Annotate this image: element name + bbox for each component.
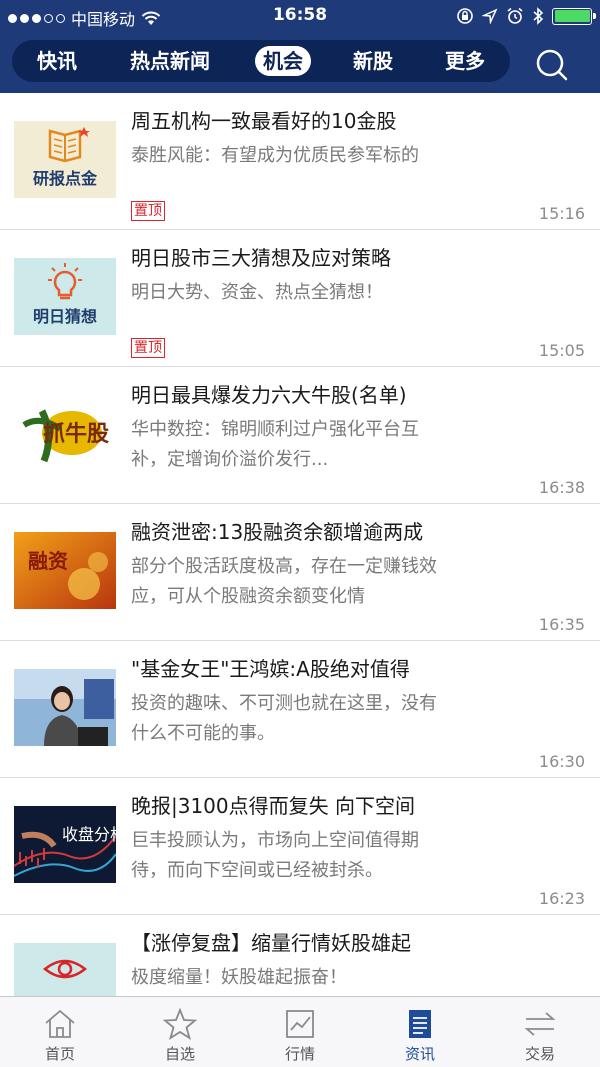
eye-icon — [14, 943, 116, 996]
tab-home[interactable]: 首页 — [0, 997, 120, 1067]
status-right — [456, 7, 596, 25]
lightbulb-icon: 明日猜想 — [14, 258, 116, 335]
home-icon — [45, 1009, 75, 1038]
book-icon: 研报点金 — [14, 121, 116, 198]
search-icon — [536, 49, 568, 81]
person-photo — [14, 669, 116, 746]
thumb-label: 明日猜想 — [33, 307, 97, 326]
news-description: 投资的趣味、不可测也就在这里，没有什么不可能的事。 — [131, 693, 437, 744]
news-thumbnail — [14, 943, 116, 996]
news-description: 极度缩量！妖股雄起振奋！ — [131, 967, 347, 988]
thumb-label: 抓牛股 — [43, 421, 109, 447]
top-nav: 快讯 热点新闻 机会 新股 更多 — [0, 32, 600, 93]
bull-icon: 抓牛股 — [14, 395, 116, 472]
tab-more[interactable]: 更多 — [434, 40, 496, 82]
bottom-tab-bar: 首页 自选 行情 资讯 交易 — [0, 996, 600, 1067]
location-icon — [482, 8, 498, 24]
news-title: 周五机构一致最看好的10金股 — [131, 109, 397, 133]
tab-trade[interactable]: 交易 — [480, 997, 600, 1067]
news-thumbnail — [14, 669, 116, 746]
thumb-label: 融资 — [28, 549, 68, 573]
news-time: 16:23 — [538, 889, 585, 908]
news-description: 华中数控：锦明顺利过户强化平台互补，定增询价溢价发行... — [131, 419, 419, 470]
news-item[interactable]: 明日猜想 明日股市三大猜想及应对策略 明日大势、资金、热点全猜想！ 置顶 15:… — [0, 230, 600, 367]
tab-home-label: 首页 — [44, 1045, 75, 1063]
tab-market-label: 行情 — [284, 1045, 315, 1063]
news-title: 【涨停复盘】缩量行情妖股雄起 — [131, 931, 411, 955]
news-thumbnail: 抓牛股 — [14, 395, 116, 472]
news-list: 研报点金 周五机构一致最看好的10金股 泰胜风能：有望成为优质民参军标的 置顶 … — [0, 93, 600, 996]
news-item[interactable]: 【涨停复盘】缩量行情妖股雄起 极度缩量！妖股雄起振奋！ — [0, 915, 600, 996]
news-time: 15:05 — [538, 341, 585, 360]
money-icon: 融资 — [14, 532, 116, 609]
news-title: 明日最具爆发力六大牛股(名单) — [131, 383, 407, 407]
news-description: 巨丰投顾认为，市场向上空间值得期待，而向下空间或已经被封杀。 — [131, 830, 419, 881]
tab-news-label: 资讯 — [404, 1045, 435, 1063]
tab-watchlist-label: 自选 — [164, 1045, 195, 1063]
tab-trade-label: 交易 — [524, 1045, 555, 1063]
news-item[interactable]: 研报点金 周五机构一致最看好的10金股 泰胜风能：有望成为优质民参军标的 置顶 … — [0, 93, 600, 230]
news-description: 明日大势、资金、热点全猜想！ — [131, 282, 383, 303]
news-thumbnail: 明日猜想 — [14, 258, 116, 335]
pinned-badge: 置顶 — [131, 338, 165, 358]
news-item[interactable]: 收盘分析 晚报|3100点得而复失 向下空间 巨丰投顾认为，市场向上空间值得期待… — [0, 778, 600, 915]
news-thumbnail: 研报点金 — [14, 121, 116, 198]
news-time: 16:35 — [538, 615, 585, 634]
news-item[interactable]: 抓牛股 明日最具爆发力六大牛股(名单) 华中数控：锦明顺利过户强化平台互补，定增… — [0, 367, 600, 504]
tab-opportunity[interactable]: 机会 — [248, 40, 318, 82]
news-title: "基金女王"王鸿嫔:A股绝对值得 — [131, 657, 410, 681]
rotation-lock-icon — [457, 8, 473, 24]
news-description: 部分个股活跃度极高，存在一定赚钱效应，可从个股融资余额变化情 — [131, 556, 437, 607]
news-time: 16:30 — [538, 752, 585, 771]
thumb-label: 研报点金 — [33, 169, 98, 188]
chart-icon — [286, 1010, 314, 1038]
pinned-badge: 置顶 — [131, 201, 165, 221]
news-item[interactable]: "基金女王"王鸿嫔:A股绝对值得 投资的趣味、不可测也就在这里，没有什么不可能的… — [0, 641, 600, 778]
tab-market[interactable]: 行情 — [240, 997, 360, 1067]
news-item[interactable]: 融资 融资泄密:13股融资余额增逾两成 部分个股活跃度极高，存在一定赚钱效应，可… — [0, 504, 600, 641]
thumb-label: 收盘分析 — [62, 825, 116, 844]
star-icon — [163, 1007, 197, 1041]
news-title: 明日股市三大猜想及应对策略 — [131, 246, 391, 270]
status-bar: 中国移动 16:58 — [0, 0, 600, 32]
news-title: 晚报|3100点得而复失 向下空间 — [131, 794, 415, 818]
search-button[interactable] — [532, 45, 572, 85]
alarm-icon — [507, 7, 523, 24]
tab-watchlist[interactable]: 自选 — [120, 997, 240, 1067]
tab-kuaixun[interactable]: 快讯 — [24, 40, 90, 82]
tab-news[interactable]: 资讯 — [360, 997, 480, 1067]
news-time: 15:16 — [538, 204, 585, 223]
exchange-icon — [524, 1012, 556, 1036]
news-time: 16:38 — [538, 478, 585, 497]
news-thumbnail: 融资 — [14, 532, 116, 609]
battery-icon — [552, 7, 596, 25]
chart-photo: 收盘分析 — [14, 806, 116, 883]
news-icon — [409, 1010, 431, 1038]
tab-hot-news[interactable]: 热点新闻 — [120, 40, 220, 82]
tab-new-stock[interactable]: 新股 — [342, 40, 404, 82]
news-thumbnail: 收盘分析 — [14, 806, 116, 883]
news-description: 泰胜风能：有望成为优质民参军标的 — [131, 145, 419, 166]
bluetooth-icon — [533, 7, 544, 25]
news-title: 融资泄密:13股融资余额增逾两成 — [131, 520, 424, 544]
